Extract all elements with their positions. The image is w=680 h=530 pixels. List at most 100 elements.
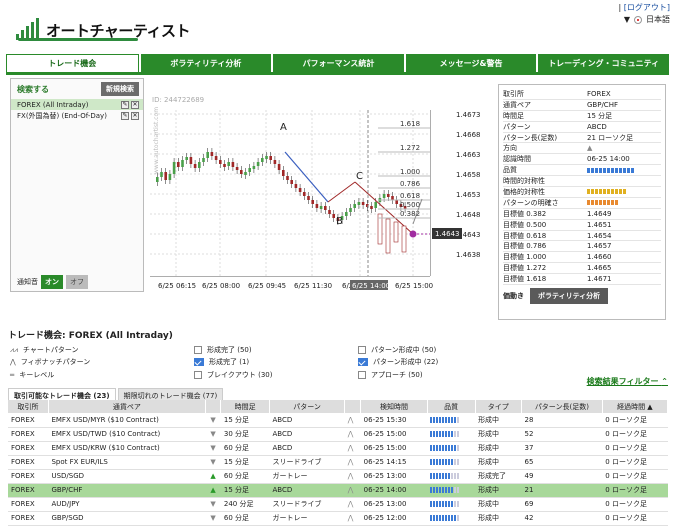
table-cell: ▼	[205, 413, 221, 428]
info-key: 時間的対称性	[503, 177, 545, 186]
table-cell: 形成中	[475, 455, 522, 470]
language-label: 日本語	[646, 15, 670, 24]
table-row[interactable]: FOREX EMFX USD/TWD ($10 Contract) ▼ 30 分足 AB…	[8, 427, 668, 442]
x-tick-label: 6/25 11:30	[294, 282, 332, 290]
table-cell: 65	[521, 455, 603, 470]
filter-checkbox[interactable]: アプローチ (50)	[358, 370, 423, 380]
pattern-line	[327, 181, 356, 203]
logout-link[interactable]: [ログアウト]	[624, 3, 670, 12]
level-meter	[587, 167, 661, 173]
info-value: 1.4665	[587, 264, 612, 273]
table-cell: ⋀	[344, 455, 361, 470]
tab-messages[interactable]: メッセージ&警告	[405, 54, 537, 72]
column-header[interactable]: 経過時間 ▲	[602, 400, 669, 413]
checkbox[interactable]	[358, 358, 368, 366]
candle-body	[282, 170, 285, 176]
tab-community[interactable]: トレーディング・コミュニティ	[538, 54, 669, 72]
candle-body	[298, 188, 302, 192]
checkbox[interactable]	[194, 346, 202, 354]
delete-icon[interactable]: ✕	[131, 100, 139, 109]
column-header[interactable]: 通貨ペア	[48, 400, 206, 413]
table-row[interactable]: FOREX EMFX USD/MYR ($10 Contract) ▼ 15 分足 AB…	[8, 413, 668, 428]
table-cell: 形成中	[475, 427, 522, 442]
table-cell: FOREX	[8, 511, 49, 526]
filter-label: アプローチ (50)	[371, 371, 423, 379]
table-cell	[427, 413, 476, 428]
filter-checkbox[interactable]: 形成完了 (50)	[194, 345, 252, 355]
info-key: 時間足	[503, 111, 524, 120]
price-move-label: 価動き	[503, 292, 524, 301]
edit-icon[interactable]: ✎	[121, 100, 129, 109]
table-cell: 06-25 14:15	[360, 455, 428, 470]
sound-off-button[interactable]: オフ	[66, 275, 88, 289]
table-row[interactable]: FOREX Spot FX EUR/ILS ▼ 15 分足 スリードライブ ⋀ 06-25 …	[8, 455, 668, 470]
x-tick-label: 6/25 09:45	[248, 282, 286, 290]
table-cell: ABCD	[269, 483, 345, 498]
column-header[interactable]: 時間足	[220, 400, 270, 413]
table-cell: 06-25 13:00	[360, 469, 428, 484]
y-tick-label: 1.4663	[456, 151, 481, 159]
table-row[interactable]: FOREX EMFX USD/KRW ($10 Contract) ▼ 60 分足 AB…	[8, 441, 668, 456]
axis-line	[430, 110, 431, 276]
new-search-button[interactable]: 新規検索	[101, 82, 139, 96]
candle-body	[387, 194, 390, 197]
checkbox[interactable]	[358, 346, 366, 354]
quality-meter	[430, 416, 472, 423]
table-cell: スリードライブ	[269, 497, 345, 512]
legend-chart-pattern: ⩘⩘ チャートパターン	[10, 345, 79, 355]
table-cell: ⋀	[344, 511, 361, 526]
checkbox[interactable]	[194, 371, 202, 379]
column-header[interactable]: パターン	[269, 400, 346, 413]
checkbox[interactable]	[358, 371, 366, 379]
table-row[interactable]: FOREX AUD/JPY ▼ 240 分足 スリードライブ ⋀ 06-25 13:00 形成…	[8, 497, 668, 512]
search-item[interactable]: FX(外国為替) (End-Of-Day) ✎ ✕	[11, 110, 143, 121]
quality-meter	[430, 431, 472, 437]
info-row: 目標値 0.382 1.4649	[503, 209, 661, 220]
filter-checkbox[interactable]: パターン形成中 (22)	[358, 357, 438, 367]
search-title: 検索する	[17, 84, 49, 94]
price-chart[interactable]: 1.4673 1.4668 1.4663 1.4658 1.4653 1.4648 1.46…	[150, 104, 485, 299]
column-header[interactable]	[344, 400, 362, 413]
table-row[interactable]: FOREX USD/SGD ▲ 60 分足 ガートレー ⋀ 06-25 13:00 形成完了 4…	[8, 469, 668, 484]
results-filter-link[interactable]: 検索結果フィルター ⌃	[587, 376, 668, 387]
tab-volatility[interactable]: ボラティリティ分析	[140, 54, 272, 72]
table-cell: 0 ローソク足	[602, 455, 668, 470]
candle-body	[223, 164, 226, 167]
pattern-point-label: A	[280, 122, 287, 133]
info-key: 目標値 0.618	[503, 231, 547, 240]
info-key: 目標値 1.272	[503, 264, 547, 273]
search-item[interactable]: FOREX (All Intraday) ✎ ✕	[11, 99, 143, 110]
column-header[interactable]	[205, 400, 222, 413]
filter-checkbox[interactable]: パターン形成中 (50)	[358, 345, 436, 355]
candle-body	[244, 172, 247, 175]
table-cell: 06-25 12:00	[360, 511, 428, 526]
info-row: 目標値 0.500 1.4651	[503, 220, 661, 231]
candle-body	[311, 200, 314, 204]
edit-icon[interactable]: ✎	[121, 111, 129, 120]
checkbox[interactable]	[194, 358, 204, 366]
table-row[interactable]: FOREX GBP/SGD ▼ 60 分足 ガートレー ⋀ 06-25 12:00 形成中 42…	[8, 511, 668, 526]
delete-icon[interactable]: ✕	[131, 111, 139, 120]
column-header[interactable]: パターン長(足数)	[521, 400, 603, 413]
column-header[interactable]: 品質	[427, 400, 476, 413]
column-header[interactable]: 取引所	[8, 400, 49, 413]
candle-body	[303, 192, 306, 196]
filter-checkbox[interactable]: ブレイクアウト (30)	[194, 370, 272, 380]
sound-on-button[interactable]: オン	[41, 275, 63, 289]
filter-checkbox[interactable]: 形成完了 (1)	[194, 357, 249, 367]
y-tick-label: 1.4673	[456, 111, 481, 119]
info-key: パターン長(足数)	[503, 133, 558, 142]
column-header[interactable]: タイプ	[475, 400, 523, 413]
language-selector[interactable]: ▼ 日本語	[624, 14, 670, 25]
y-tick-label: 1.4653	[456, 191, 481, 199]
table-cell: 0 ローソク足	[602, 497, 668, 512]
tab-performance[interactable]: パフォーマンス統計	[273, 54, 404, 72]
table-cell: 21	[521, 483, 603, 498]
table-cell: ▼	[205, 497, 221, 512]
table-row[interactable]: FOREX GBP/CHF ▲ 15 分足 ABCD ⋀ 06-25 14:00 形成中 21 0…	[8, 483, 668, 498]
candle-body	[240, 170, 243, 174]
volatility-analysis-button[interactable]: ボラティリティ分析	[530, 288, 609, 305]
column-header[interactable]: 検知時間	[360, 400, 428, 413]
quality-meter	[430, 473, 472, 479]
tab-trade-opportunities[interactable]: トレード機会	[6, 54, 139, 72]
